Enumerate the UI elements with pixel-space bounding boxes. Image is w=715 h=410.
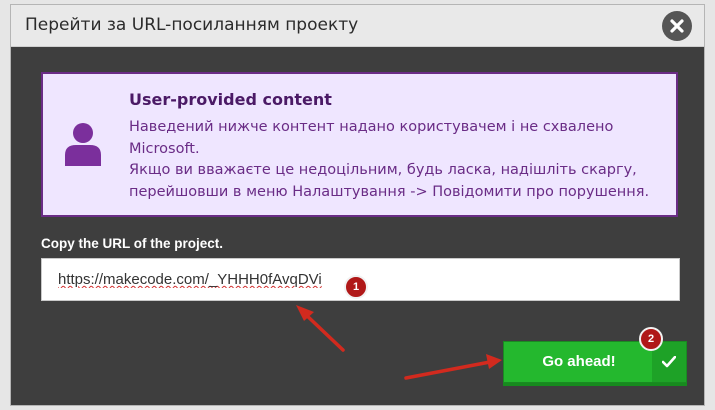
url-field-label: Copy the URL of the project. <box>41 236 224 251</box>
warning-line: Якщо ви вважаєте це недоцільним, будь ла… <box>129 162 637 178</box>
warning-line: Microsoft. <box>129 140 200 157</box>
warning-line: Наведений нижче контент надано користува… <box>129 119 614 135</box>
annotation-badge-1: 1 <box>344 275 368 299</box>
close-button[interactable] <box>662 11 692 41</box>
user-content-warning: User-provided content Наведений нижче ко… <box>41 72 678 217</box>
screenshot-frame: Перейти за URL-посиланням проекту User-p… <box>0 0 715 410</box>
go-ahead-label: Go ahead! <box>542 353 616 370</box>
dialog-titlebar: Перейти за URL-посиланням проекту <box>11 5 704 47</box>
annotation-badge-2: 2 <box>639 327 663 351</box>
user-icon <box>65 123 101 166</box>
url-dialog: Перейти за URL-посиланням проекту User-p… <box>10 4 705 406</box>
close-icon <box>670 19 684 33</box>
warning-heading: User-provided content <box>129 90 332 109</box>
warning-body: Наведений нижче контент надано користува… <box>129 117 659 203</box>
dialog-title: Перейти за URL-посиланням проекту <box>25 15 359 35</box>
warning-line: перейшовши в меню Налаштування -> Повідо… <box>129 183 650 200</box>
